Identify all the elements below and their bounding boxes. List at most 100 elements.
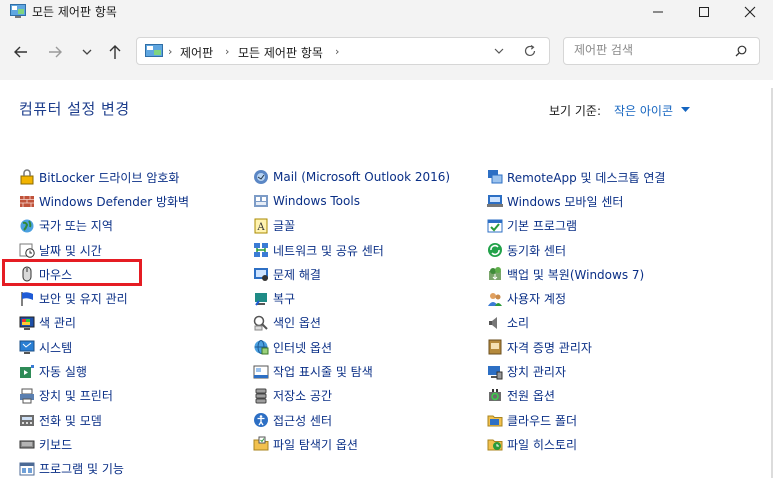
search-input[interactable] <box>572 42 726 58</box>
item-label[interactable]: Windows Tools <box>273 194 360 208</box>
view-by-dropdown[interactable]: 작은 아이콘 <box>614 102 673 119</box>
title-bar: 모든 제어판 항목 <box>0 0 773 24</box>
taskbar-icon <box>253 365 269 379</box>
control-panel-item[interactable]: 프로그램 및 기능 <box>19 457 189 481</box>
control-panel-item[interactable]: 국가 또는 지역 <box>19 214 189 238</box>
caret-down-icon[interactable] <box>681 107 690 113</box>
control-panel-item[interactable]: 네트워크 및 공유 센터 <box>253 238 450 262</box>
control-panel-item[interactable]: 시스템 <box>19 335 189 359</box>
control-panel-item[interactable]: BitLocker 드라이브 암호화 <box>19 165 189 189</box>
control-panel-item[interactable]: 전원 옵션 <box>487 384 665 408</box>
items-column-3: RemoteApp 및 데스크톱 연결 Windows 모바일 센터기본 프로그램… <box>487 165 665 457</box>
control-panel-item[interactable]: 저장소 공간 <box>253 384 450 408</box>
item-label[interactable]: 전원 옵션 <box>507 387 555 404</box>
control-panel-item[interactable]: 자동 실행 <box>19 359 189 383</box>
default-programs-icon <box>487 219 503 233</box>
item-label[interactable]: 장치 및 프린터 <box>39 387 113 404</box>
item-label[interactable]: 장치 관리자 <box>507 363 566 380</box>
control-panel-item[interactable]: 장치 및 프린터 <box>19 384 189 408</box>
item-label[interactable]: 색 관리 <box>39 314 76 331</box>
control-panel-item[interactable]: 키보드 <box>19 432 189 456</box>
recent-locations-button[interactable] <box>75 40 99 64</box>
control-panel-item[interactable]: 색 관리 <box>19 311 189 335</box>
item-label[interactable]: 네트워크 및 공유 센터 <box>273 242 384 259</box>
control-panel-item[interactable]: Mail (Microsoft Outlook 2016) <box>253 165 450 189</box>
control-panel-item[interactable]: 문제 해결 <box>253 262 450 286</box>
back-button[interactable] <box>9 40 33 64</box>
item-label[interactable]: 인터넷 옵션 <box>273 339 332 356</box>
control-panel-item[interactable]: 백업 및 복원(Windows 7) <box>487 262 665 286</box>
control-panel-item[interactable]: 동기화 센터 <box>487 238 665 262</box>
item-label[interactable]: 접근성 센터 <box>273 412 332 429</box>
search-icon[interactable] <box>735 45 747 57</box>
control-panel-item[interactable]: 보안 및 유지 관리 <box>19 286 189 310</box>
search-box[interactable] <box>563 37 760 65</box>
control-panel-item[interactable]: 기본 프로그램 <box>487 214 665 238</box>
mail-icon <box>254 170 268 185</box>
refresh-icon[interactable] <box>523 44 537 58</box>
control-panel-item[interactable]: RemoteApp 및 데스크톱 연결 <box>487 165 665 189</box>
up-button[interactable] <box>103 40 127 64</box>
control-panel-item[interactable]: 작업 표시줄 및 탐색 <box>253 359 450 383</box>
close-button[interactable] <box>727 0 773 24</box>
control-panel-item[interactable]: Windows 모바일 센터 <box>487 189 665 213</box>
printer-icon <box>20 388 34 404</box>
item-label[interactable]: 클라우드 폴더 <box>507 412 577 429</box>
item-label[interactable]: 색인 옵션 <box>273 314 321 331</box>
item-label[interactable]: Mail (Microsoft Outlook 2016) <box>273 170 450 184</box>
item-label[interactable]: 시스템 <box>39 339 72 356</box>
backup-icon <box>489 267 501 281</box>
item-label[interactable]: 자동 실행 <box>39 363 87 380</box>
control-panel-item[interactable]: Windows Defender 방화벽 <box>19 189 189 213</box>
control-panel-item[interactable]: 색인 옵션 <box>253 311 450 335</box>
control-panel-item[interactable]: A 글꼴 <box>253 214 450 238</box>
item-label[interactable]: 백업 및 복원(Windows 7) <box>507 266 644 283</box>
item-label[interactable]: 소리 <box>507 314 529 331</box>
item-label[interactable]: 기본 프로그램 <box>507 217 577 234</box>
control-panel-item[interactable]: 복구 <box>253 286 450 310</box>
item-label[interactable]: 파일 히스토리 <box>507 436 577 453</box>
control-panel-item[interactable]: 장치 관리자 <box>487 359 665 383</box>
item-label[interactable]: 키보드 <box>39 436 72 453</box>
control-panel-item[interactable]: 파일 탐색기 옵션 <box>253 432 450 456</box>
bitlocker-icon <box>20 169 34 185</box>
chevron-down-icon[interactable] <box>493 44 505 58</box>
control-panel-item[interactable]: 파일 히스토리 <box>487 432 665 456</box>
chevron-right-icon: › <box>168 45 173 58</box>
address-bar[interactable]: › 제어판 › 모든 제어판 항목 › <box>136 37 550 65</box>
item-label[interactable]: 작업 표시줄 및 탐색 <box>273 363 373 380</box>
item-label[interactable]: 국가 또는 지역 <box>39 217 113 234</box>
control-panel-item[interactable]: 접근성 센터 <box>253 408 450 432</box>
item-label[interactable]: RemoteApp 및 데스크톱 연결 <box>507 169 665 186</box>
item-label[interactable]: 글꼴 <box>273 217 295 234</box>
breadcrumb-control-panel[interactable]: 제어판 <box>180 44 213 61</box>
minimize-button[interactable] <box>635 0 681 24</box>
storage-icon <box>255 388 267 404</box>
item-label[interactable]: 날짜 및 시간 <box>39 242 102 259</box>
item-label[interactable]: 사용자 계정 <box>507 290 566 307</box>
control-panel-item[interactable]: 클라우드 폴더 <box>487 408 665 432</box>
control-panel-item[interactable]: Windows Tools <box>253 189 450 213</box>
forward-button[interactable] <box>43 40 67 64</box>
item-label[interactable]: 동기화 센터 <box>507 242 566 259</box>
item-label[interactable]: 전화 및 모뎀 <box>39 412 102 429</box>
control-panel-item[interactable]: 전화 및 모뎀 <box>19 408 189 432</box>
item-label[interactable]: 자격 증명 관리자 <box>507 339 592 356</box>
item-label[interactable]: 파일 탐색기 옵션 <box>273 436 358 453</box>
item-label[interactable]: 복구 <box>273 290 295 307</box>
item-label[interactable]: BitLocker 드라이브 암호화 <box>39 169 179 186</box>
item-label[interactable]: Windows Defender 방화벽 <box>39 193 189 210</box>
item-label[interactable]: 보안 및 유지 관리 <box>39 290 128 307</box>
minimize-icon <box>653 11 663 13</box>
control-panel-item[interactable]: 사용자 계정 <box>487 286 665 310</box>
item-label[interactable]: Windows 모바일 센터 <box>507 193 623 210</box>
control-panel-item[interactable]: 자격 증명 관리자 <box>487 335 665 359</box>
control-panel-item[interactable]: 인터넷 옵션 <box>253 335 450 359</box>
maximize-button[interactable] <box>681 0 727 24</box>
breadcrumb-all-items[interactable]: 모든 제어판 항목 <box>238 44 323 61</box>
control-panel-item[interactable]: 소리 <box>487 311 665 335</box>
item-label[interactable]: 저장소 공간 <box>273 387 332 404</box>
item-label[interactable]: 문제 해결 <box>273 266 321 283</box>
window-title: 모든 제어판 항목 <box>32 5 117 19</box>
item-label[interactable]: 프로그램 및 기능 <box>39 460 124 477</box>
